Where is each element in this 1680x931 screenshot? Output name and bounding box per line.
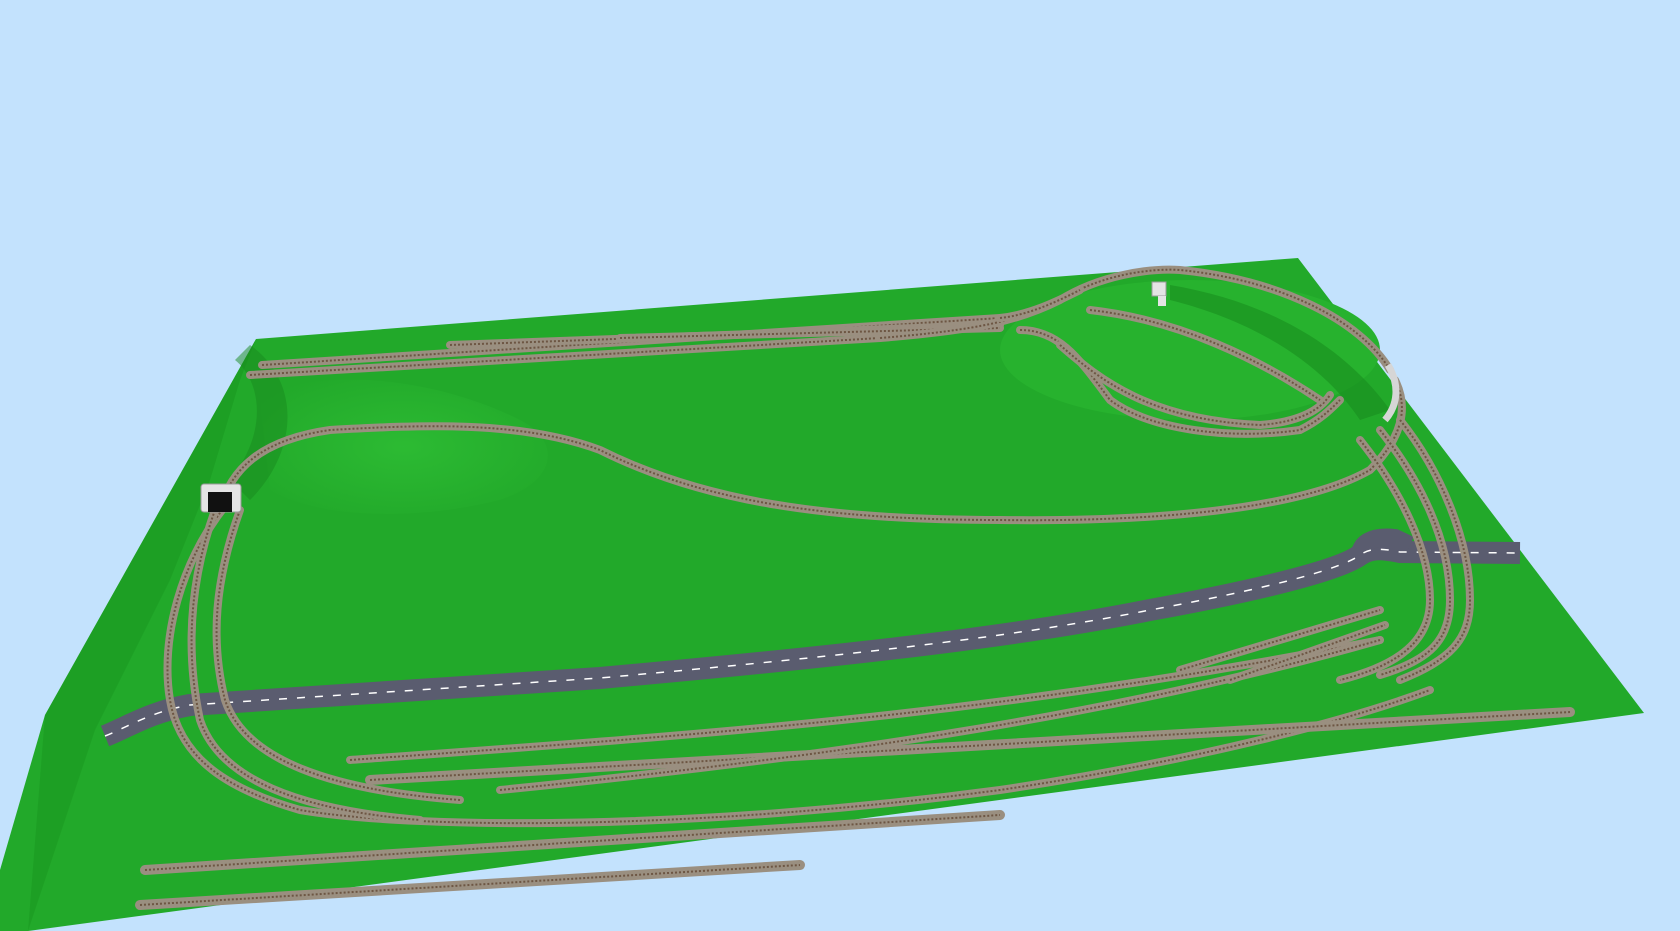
tunnel-portal-icon[interactable]: [200, 483, 242, 513]
scene-canvas[interactable]: [0, 0, 1680, 931]
layout-3d-viewport[interactable]: [0, 0, 1680, 931]
